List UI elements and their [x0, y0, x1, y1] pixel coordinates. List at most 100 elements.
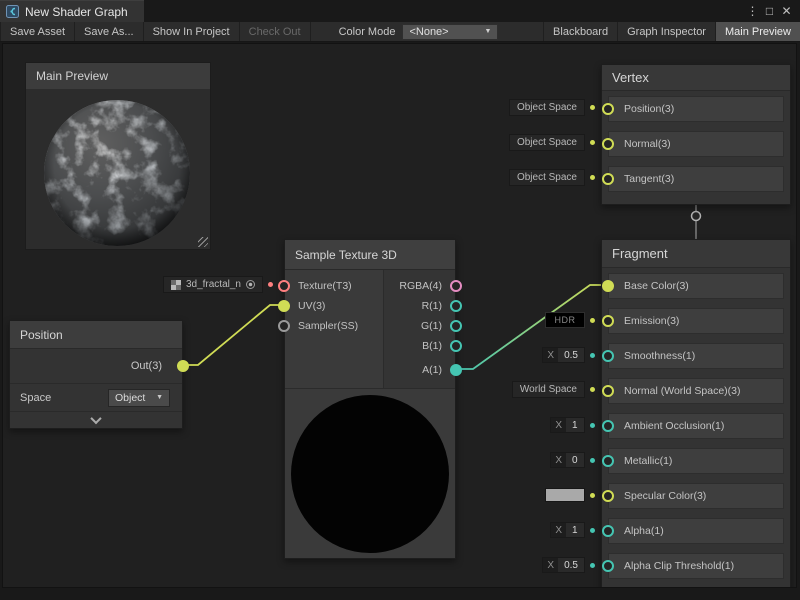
alpha-field[interactable]: X1 [550, 522, 585, 538]
port-position[interactable] [602, 103, 614, 115]
connector-dot [590, 105, 595, 110]
slot-label: G(1) [421, 320, 442, 332]
save-asset-button[interactable]: Save Asset [0, 22, 75, 41]
ambient-occlusion-widget: X1 [550, 417, 595, 433]
slot-label: Texture(T3) [298, 280, 352, 292]
main-preview-panel[interactable]: Main Preview [25, 62, 211, 250]
space-dropdown[interactable]: Object Space [509, 99, 585, 116]
normal-space-widget: Object Space [509, 134, 595, 151]
tab-new-shader-graph[interactable]: New Shader Graph [0, 0, 144, 22]
save-as-button[interactable]: Save As... [75, 22, 144, 41]
fragment-node-title[interactable]: Fragment [602, 240, 790, 268]
sample-texture-3d-body: Texture(T3) UV(3) Sampler(SS) RGBA(4) [285, 270, 455, 388]
vertex-node-title[interactable]: Vertex [602, 65, 790, 91]
space-label: Space [20, 392, 51, 404]
specular-color-swatch[interactable] [545, 488, 585, 502]
maximize-icon[interactable]: □ [761, 4, 778, 18]
port-normal[interactable] [602, 138, 614, 150]
specular-color-widget [545, 488, 595, 502]
port-g[interactable] [450, 320, 462, 332]
port-tangent[interactable] [602, 173, 614, 185]
fragment-row-emission: Emission(3) [608, 308, 784, 334]
ambient-occlusion-field[interactable]: X1 [550, 417, 585, 433]
port-uv[interactable] [278, 300, 290, 312]
port-ambient-occlusion[interactable] [602, 420, 614, 432]
connector-dot [590, 353, 595, 358]
fragment-row-metallic: Metallic(1) [608, 448, 784, 474]
port-specular-color[interactable] [602, 490, 614, 502]
slot-label: Alpha Clip Threshold(1) [624, 560, 734, 572]
vertex-row-position: Position(3) [608, 96, 784, 122]
space-dropdown[interactable]: World Space [512, 381, 585, 398]
show-in-project-button[interactable]: Show In Project [144, 22, 240, 41]
position-space-row: Space Object ▼ [10, 383, 182, 411]
slot-label: Specular Color(3) [624, 490, 706, 502]
color-mode-value: <None> [409, 26, 448, 38]
resize-handle[interactable] [198, 237, 208, 247]
tab-bar: New Shader Graph ⋮ □ ✕ [0, 0, 800, 22]
connector-dot [590, 175, 595, 180]
connector-dot [590, 458, 595, 463]
port-texture[interactable] [278, 280, 290, 292]
port-base-color[interactable] [602, 280, 614, 292]
metallic-field[interactable]: X0 [550, 452, 585, 468]
fragment-node-body: Base Color(3) Emission(3) Smoothness(1) … [602, 268, 790, 588]
hdr-color-swatch[interactable]: HDR [545, 312, 585, 328]
blackboard-toggle-button[interactable]: Blackboard [543, 22, 617, 41]
port-metallic[interactable] [602, 455, 614, 467]
connector-dot [590, 563, 595, 568]
main-preview-title: Main Preview [36, 69, 108, 83]
texture-thumbnail-icon [171, 280, 181, 290]
smoothness-field[interactable]: X0.5 [542, 347, 585, 363]
port-alpha[interactable] [602, 525, 614, 537]
slot-label: Normal(3) [624, 138, 671, 150]
field-value: 0 [566, 453, 584, 467]
input-row-texture: Texture(T3) [285, 276, 383, 296]
alpha-clip-threshold-field[interactable]: X0.5 [542, 557, 585, 573]
position-out-row: Out(3) [10, 349, 182, 383]
color-mode-group: Color Mode <None> ▼ [339, 22, 499, 41]
edge-position-out-to-uv[interactable] [183, 305, 284, 365]
smoothness-widget: X0.5 [542, 347, 595, 363]
fragment-title-label: Fragment [612, 246, 668, 261]
port-smoothness[interactable] [602, 350, 614, 362]
fragment-node[interactable]: Fragment Base Color(3) Emission(3) Smoot… [601, 239, 791, 588]
port-sampler[interactable] [278, 320, 290, 332]
fragment-row-base-color: Base Color(3) [608, 273, 784, 299]
main-preview-toggle-button[interactable]: Main Preview [715, 22, 800, 41]
port-emission[interactable] [602, 315, 614, 327]
object-picker-icon[interactable] [246, 280, 255, 289]
close-icon[interactable]: ✕ [778, 4, 795, 18]
toolbar-right-group: Blackboard Graph Inspector Main Preview [543, 22, 800, 41]
port-alpha-clip-threshold[interactable] [602, 560, 614, 572]
space-dropdown[interactable]: Object ▼ [108, 389, 170, 407]
sample-texture-3d-node[interactable]: Sample Texture 3D Texture(T3) UV(3) Samp… [284, 239, 456, 559]
space-dropdown[interactable]: Object Space [509, 169, 585, 186]
vertex-node[interactable]: Vertex Position(3) Normal(3) Tangent(3) [601, 64, 791, 205]
slot-label: Position(3) [624, 103, 674, 115]
fragment-row-normal-ws: Normal (World Space)(3) [608, 378, 784, 404]
port-a[interactable] [450, 364, 462, 376]
port-b[interactable] [450, 340, 462, 352]
output-row-b: B(1) [384, 336, 455, 356]
fragment-row-alpha-clip: Alpha Clip Threshold(1) [608, 553, 784, 579]
port-normal-world-space[interactable] [602, 385, 614, 397]
alpha-clip-threshold-widget: X0.5 [542, 557, 595, 573]
connector-dot [590, 318, 595, 323]
texture-object-field[interactable]: 3d_fractal_n [163, 276, 263, 293]
position-node[interactable]: Position Out(3) Space Object ▼ [9, 320, 183, 429]
port-out[interactable] [177, 360, 189, 372]
position-node-title[interactable]: Position [10, 321, 182, 349]
shaded-sphere-preview[interactable] [42, 98, 192, 248]
graph-canvas[interactable]: Main Preview [2, 43, 797, 588]
space-dropdown[interactable]: Object Space [509, 134, 585, 151]
color-mode-dropdown[interactable]: <None> ▼ [402, 24, 498, 40]
main-preview-header[interactable]: Main Preview [26, 63, 210, 89]
position-collapse-row[interactable] [10, 411, 182, 428]
port-r[interactable] [450, 300, 462, 312]
menu-icon[interactable]: ⋮ [744, 4, 761, 18]
graph-inspector-toggle-button[interactable]: Graph Inspector [617, 22, 715, 41]
sample-texture-3d-title[interactable]: Sample Texture 3D [285, 240, 455, 270]
port-rgba[interactable] [450, 280, 462, 292]
chevron-down-icon [90, 413, 101, 424]
